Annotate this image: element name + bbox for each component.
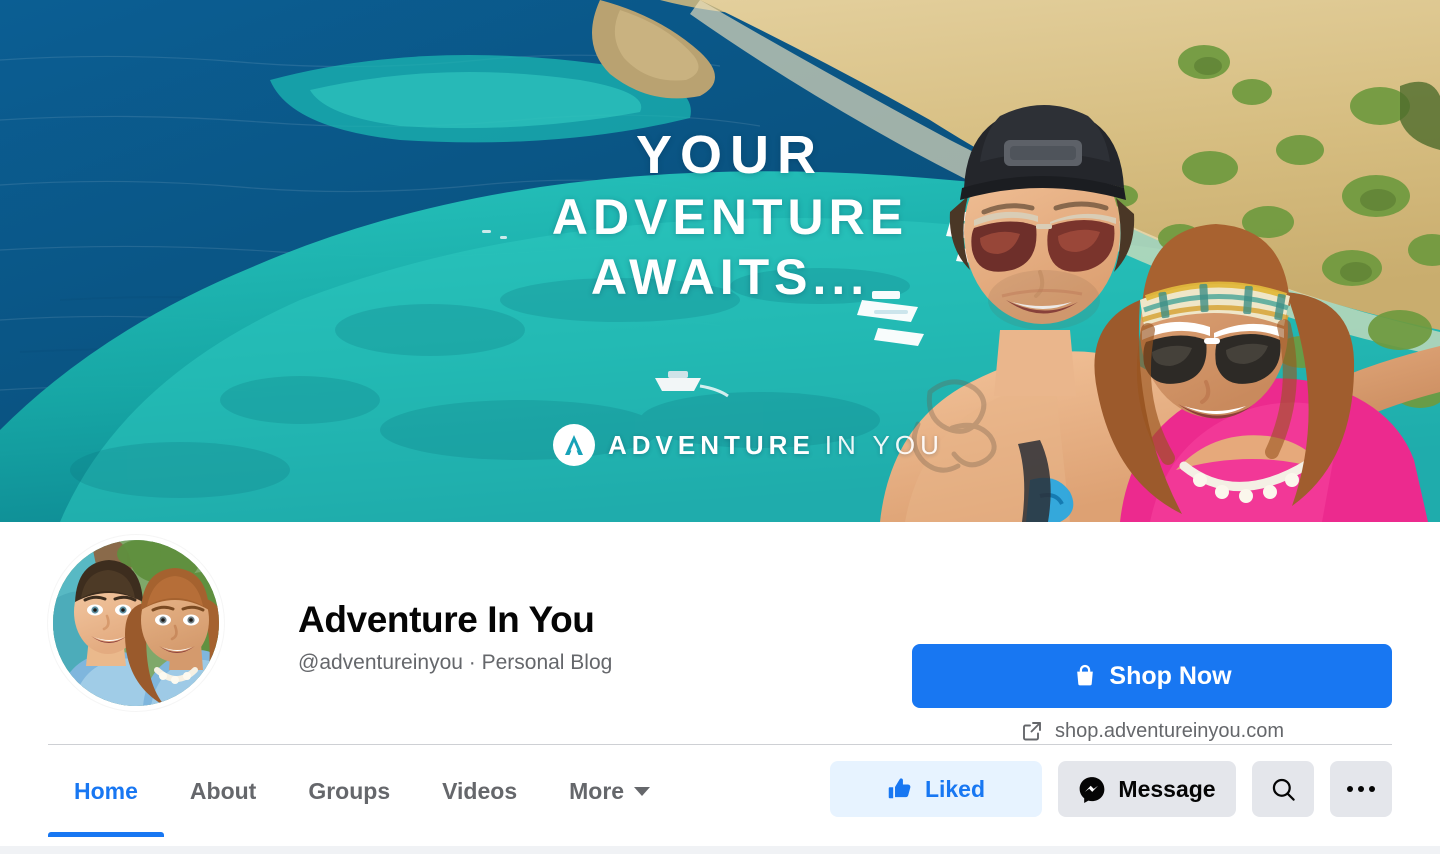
ellipsis-icon xyxy=(1347,786,1375,792)
profile-picture[interactable] xyxy=(48,535,224,711)
tab-groups-label: Groups xyxy=(308,777,391,804)
avatar-image xyxy=(53,540,219,706)
page-action-buttons: Liked Message xyxy=(830,761,1392,817)
tab-more[interactable]: More xyxy=(543,745,676,837)
cover-photo-image xyxy=(0,0,1440,522)
page-name-block: Adventure In You @adventureinyou · Perso… xyxy=(298,599,613,675)
shop-now-label: Shop Now xyxy=(1109,661,1232,690)
page-subtitle: @adventureinyou · Personal Blog xyxy=(298,650,613,674)
page-title: Adventure In You xyxy=(298,599,595,640)
tab-groups[interactable]: Groups xyxy=(282,745,416,837)
avatar xyxy=(53,540,219,706)
profile-identity-section: Adventure In You @adventureinyou · Perso… xyxy=(0,522,1440,745)
search-icon xyxy=(1270,776,1297,803)
shopping-bag-icon xyxy=(1072,663,1098,689)
facebook-page-profile: YOUR ADVENTURE AWAITS... ADVENTURE IN YO… xyxy=(0,0,1440,854)
liked-button[interactable]: Liked xyxy=(830,761,1042,817)
message-label: Message xyxy=(1118,775,1216,802)
more-options-button[interactable] xyxy=(1330,761,1392,817)
shop-now-button[interactable]: Shop Now xyxy=(912,644,1392,708)
shop-url-link[interactable]: shop.adventureinyou.com xyxy=(912,719,1392,743)
page-background-strip xyxy=(0,846,1440,854)
messenger-icon xyxy=(1078,775,1106,803)
external-link-icon xyxy=(1020,719,1044,743)
tab-home[interactable]: Home xyxy=(48,745,164,837)
cta-block: Shop Now shop.adventureinyou.com xyxy=(912,644,1392,743)
tab-home-label: Home xyxy=(74,777,138,804)
tab-about[interactable]: About xyxy=(164,745,282,837)
search-button[interactable] xyxy=(1252,761,1314,817)
tab-videos-label: Videos xyxy=(442,777,518,804)
message-button[interactable]: Message xyxy=(1058,761,1236,817)
liked-label: Liked xyxy=(924,775,986,802)
tab-videos[interactable]: Videos xyxy=(416,745,543,837)
page-nav-bar: Home About Groups Videos More Liked Mess… xyxy=(0,745,1440,846)
nav-tabs: Home About Groups Videos More xyxy=(48,745,676,837)
shop-url-text: shop.adventureinyou.com xyxy=(1054,719,1285,742)
tab-more-label: More xyxy=(569,777,625,804)
tab-about-label: About xyxy=(189,777,257,804)
cover-photo[interactable]: YOUR ADVENTURE AWAITS... ADVENTURE IN YO… xyxy=(0,0,1440,522)
thumbs-up-icon xyxy=(887,776,913,802)
chevron-down-icon xyxy=(634,786,651,796)
